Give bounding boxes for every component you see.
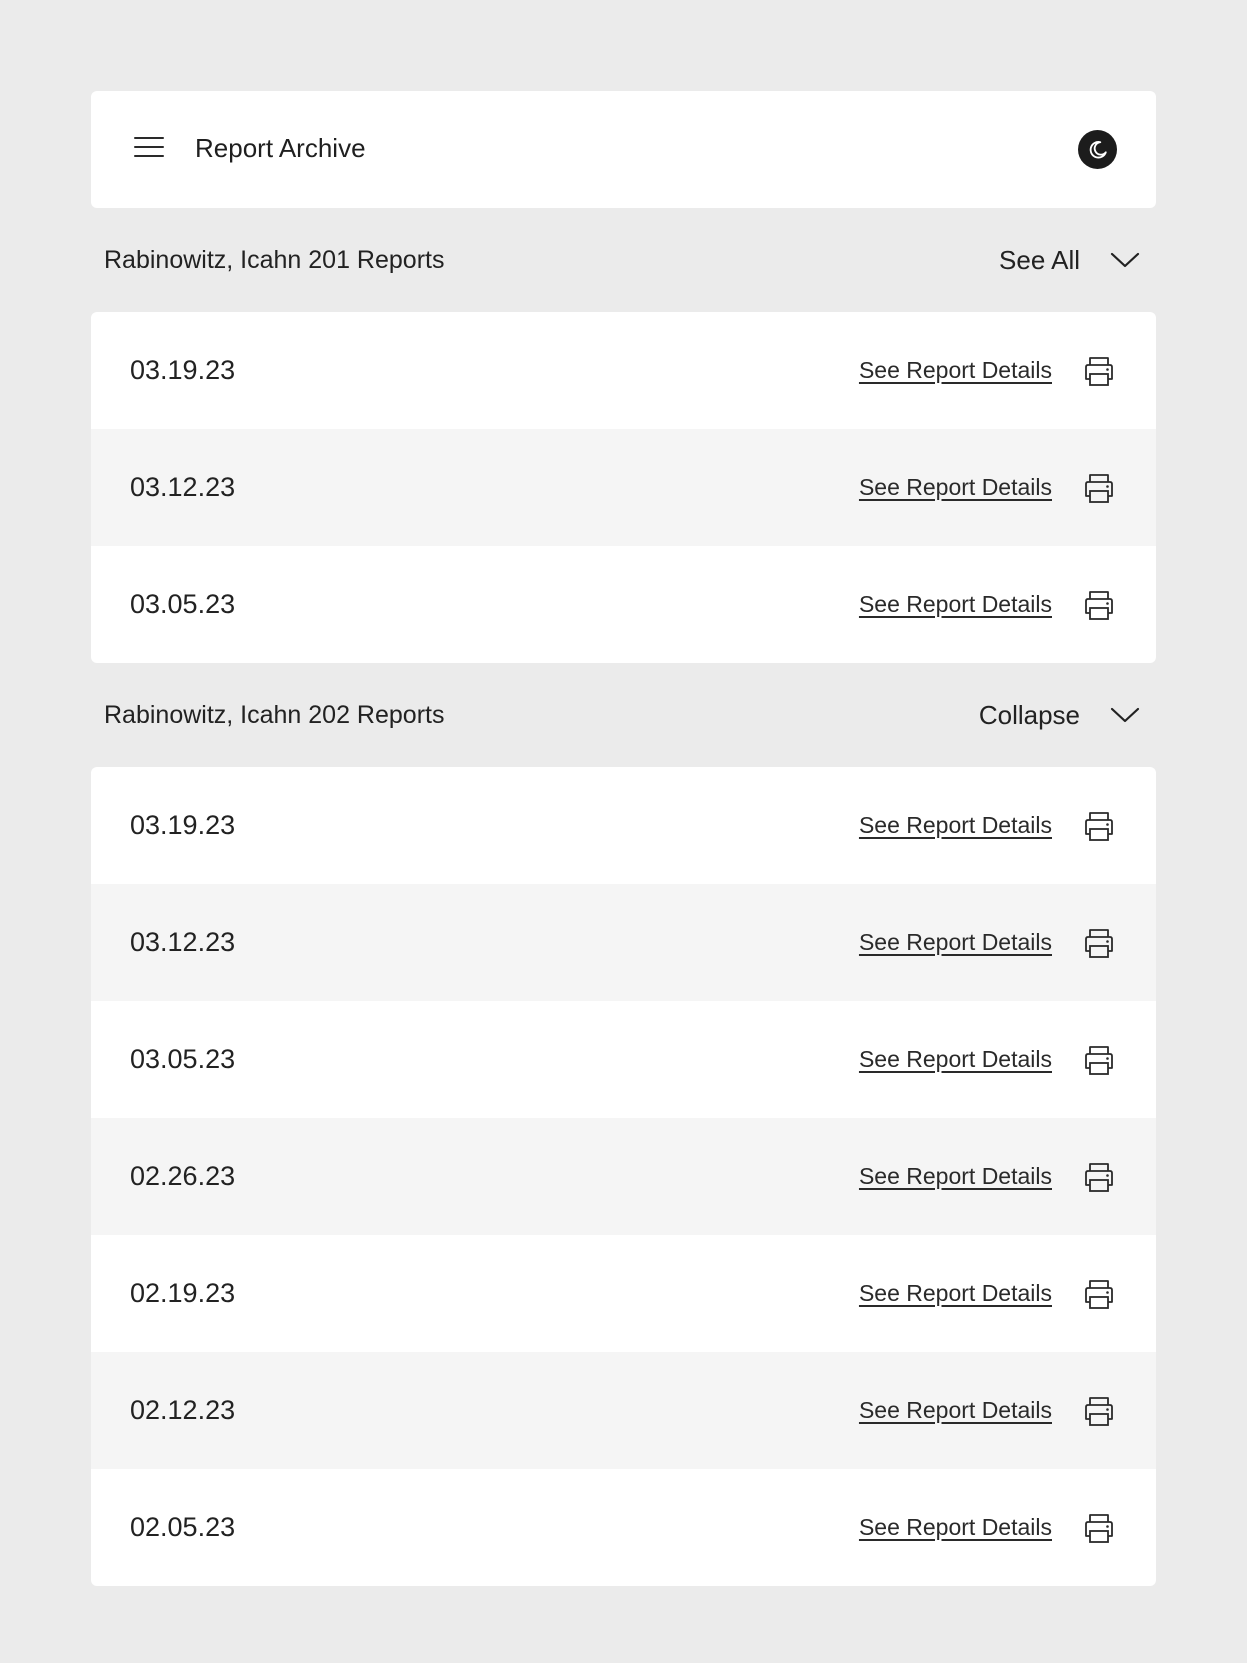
hamburger-menu-icon[interactable] bbox=[134, 135, 164, 159]
report-date: 03.19.23 bbox=[130, 355, 236, 385]
see-report-details-link[interactable]: See Report Details bbox=[859, 472, 1052, 502]
report-date: 03.12.23 bbox=[130, 927, 236, 957]
report-row: 03.05.23 See Report Details bbox=[91, 546, 1156, 663]
section-header-202: Rabinowitz, Icahn 202 Reports Collapse bbox=[91, 663, 1156, 767]
see-report-details-link[interactable]: See Report Details bbox=[859, 810, 1052, 840]
printer-icon[interactable] bbox=[1082, 926, 1116, 960]
report-date: 02.19.23 bbox=[130, 1278, 236, 1308]
report-row: 03.19.23 See Report Details bbox=[91, 312, 1156, 429]
report-row: 02.26.23 See Report Details bbox=[91, 1118, 1156, 1235]
report-date: 02.05.23 bbox=[130, 1512, 236, 1542]
report-row: 02.12.23 See Report Details bbox=[91, 1352, 1156, 1469]
see-report-details-link[interactable]: See Report Details bbox=[859, 1161, 1052, 1191]
report-list-201: 03.19.23 See Report Details 03.12.23 See… bbox=[91, 312, 1156, 663]
toggle-label: Collapse bbox=[978, 700, 1080, 730]
printer-icon[interactable] bbox=[1082, 1160, 1116, 1194]
printer-icon[interactable] bbox=[1082, 1394, 1116, 1428]
toggle-label: See All bbox=[999, 245, 1080, 275]
report-date: 03.12.23 bbox=[130, 472, 236, 502]
printer-icon[interactable] bbox=[1082, 809, 1116, 843]
top-app-bar: Report Archive bbox=[91, 91, 1156, 208]
report-list-202: 03.19.23 See Report Details 03.12.23 See… bbox=[91, 767, 1156, 1586]
section-header-201: Rabinowitz, Icahn 201 Reports See All bbox=[91, 208, 1156, 312]
report-row: 02.19.23 See Report Details bbox=[91, 1235, 1156, 1352]
report-row: 03.12.23 See Report Details bbox=[91, 884, 1156, 1001]
printer-icon[interactable] bbox=[1082, 471, 1116, 505]
report-date: 03.05.23 bbox=[130, 1044, 236, 1074]
see-report-details-link[interactable]: See Report Details bbox=[859, 1395, 1052, 1425]
report-row: 03.12.23 See Report Details bbox=[91, 429, 1156, 546]
printer-icon[interactable] bbox=[1082, 354, 1116, 388]
report-date: 02.12.23 bbox=[130, 1395, 236, 1425]
see-report-details-link[interactable]: See Report Details bbox=[859, 589, 1052, 619]
chevron-down-icon bbox=[1110, 707, 1140, 723]
section-title: Rabinowitz, Icahn 202 Reports bbox=[104, 701, 445, 729]
see-report-details-link[interactable]: See Report Details bbox=[859, 1278, 1052, 1308]
report-row: 03.19.23 See Report Details bbox=[91, 767, 1156, 884]
see-all-button[interactable]: See All bbox=[999, 240, 1140, 280]
report-date: 03.05.23 bbox=[130, 589, 236, 619]
collapse-button[interactable]: Collapse bbox=[979, 695, 1140, 735]
report-date: 03.19.23 bbox=[130, 810, 236, 840]
printer-icon[interactable] bbox=[1082, 1277, 1116, 1311]
see-report-details-link[interactable]: See Report Details bbox=[859, 927, 1052, 957]
printer-icon[interactable] bbox=[1082, 1043, 1116, 1077]
see-report-details-link[interactable]: See Report Details bbox=[859, 355, 1052, 385]
report-date: 02.26.23 bbox=[130, 1161, 236, 1191]
see-report-details-link[interactable]: See Report Details bbox=[859, 1512, 1052, 1542]
moon-icon[interactable] bbox=[1078, 130, 1117, 169]
see-report-details-link[interactable]: See Report Details bbox=[859, 1044, 1052, 1074]
printer-icon[interactable] bbox=[1082, 1511, 1116, 1545]
section-title: Rabinowitz, Icahn 201 Reports bbox=[104, 246, 445, 274]
chevron-down-icon bbox=[1110, 252, 1140, 268]
printer-icon[interactable] bbox=[1082, 588, 1116, 622]
report-row: 02.05.23 See Report Details bbox=[91, 1469, 1156, 1586]
report-row: 03.05.23 See Report Details bbox=[91, 1001, 1156, 1118]
page-title: Report Archive bbox=[195, 133, 366, 163]
report-archive-page: Report Archive Rabinowitz, Icahn 201 Rep… bbox=[91, 91, 1156, 1586]
